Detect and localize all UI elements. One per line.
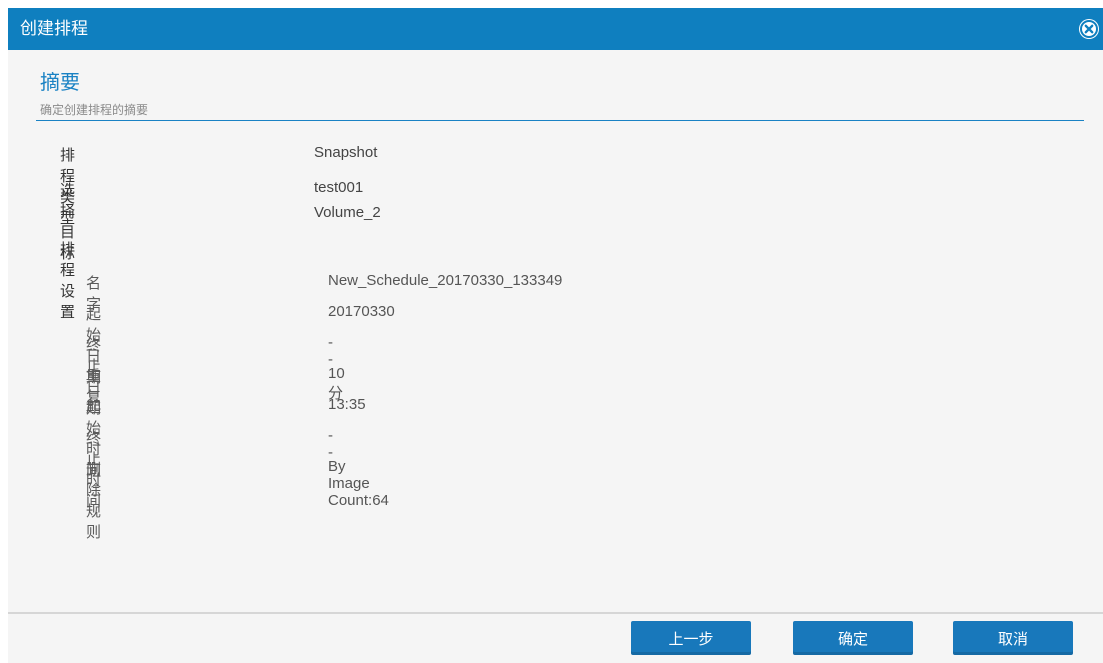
cancel-button[interactable]: 取消 (953, 621, 1073, 655)
setting-label: 删除规则 (86, 461, 102, 541)
section-divider (36, 120, 1084, 121)
setting-value: -- (328, 334, 333, 368)
setting-value: -- (328, 427, 333, 461)
create-schedule-dialog: 创建排程 摘要 确定创建排程的摘要 排程类型 Snapshot 选择目标 tes… (8, 8, 1103, 663)
target-item: test001 (314, 179, 364, 196)
close-circle-icon (1080, 20, 1098, 38)
setting-value: 13:35 (328, 396, 366, 413)
prev-step-button[interactable]: 上一步 (631, 621, 751, 655)
setting-value: 20170330 (328, 303, 395, 320)
dialog-title: 创建排程 (20, 19, 88, 38)
confirm-button[interactable]: 确定 (793, 621, 913, 655)
footer-divider (8, 612, 1103, 614)
setting-value: New_Schedule_20170330_133349 (328, 272, 563, 289)
dialog-titlebar: 创建排程 (8, 8, 1103, 50)
section-subtitle: 确定创建排程的摘要 (40, 103, 149, 117)
close-button[interactable] (1079, 19, 1099, 39)
schedule-type-value: Snapshot (314, 144, 378, 161)
settings-label: 排程设置 (60, 241, 76, 321)
section-title: 摘要 (40, 72, 80, 94)
target-item: Volume_2 (314, 204, 381, 221)
setting-value: By Image Count:64 (328, 458, 389, 509)
